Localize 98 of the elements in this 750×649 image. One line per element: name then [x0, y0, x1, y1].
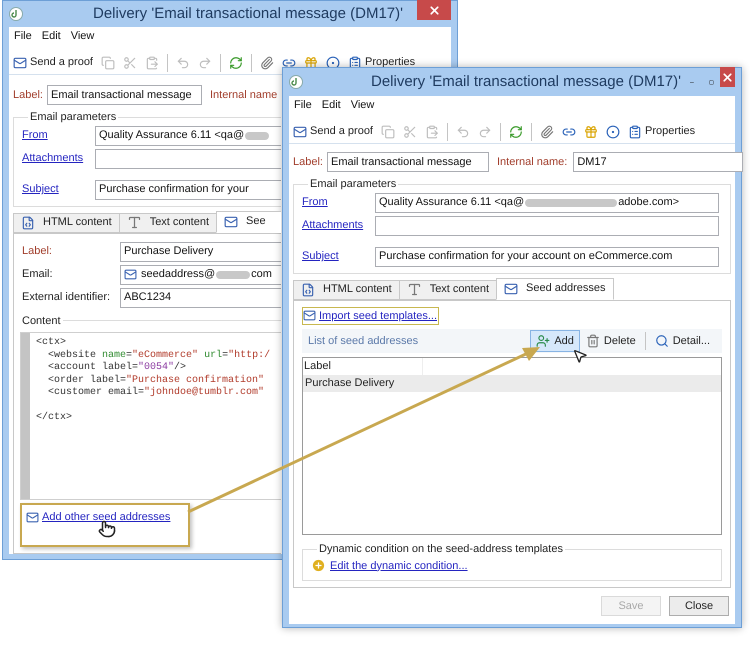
subject-field[interactable]: Purchase confirmation for your — [95, 180, 281, 200]
from-field[interactable]: Quality Assurance 6.11 <qa@ — [95, 126, 281, 146]
internal-name-field[interactable]: DM17 — [573, 152, 744, 172]
gift-icon[interactable] — [584, 124, 598, 138]
label-field[interactable]: Purchase Delivery — [120, 242, 281, 262]
search-icon — [654, 334, 669, 348]
from-link[interactable]: From — [302, 194, 375, 211]
envelope-icon — [124, 268, 137, 281]
envelope-icon — [13, 56, 27, 70]
label-field[interactable]: Email transactional message — [326, 152, 489, 172]
attachments-field[interactable] — [95, 148, 281, 168]
from-value-end: adobe.com> — [618, 195, 680, 210]
close-button[interactable] — [720, 67, 735, 87]
email-field[interactable]: seedaddress@ com — [120, 264, 281, 284]
refresh-icon[interactable] — [509, 124, 523, 138]
envelope-icon — [26, 510, 39, 524]
attachments-link[interactable]: Attachments — [22, 150, 95, 167]
list-row[interactable]: Purchase Delivery — [303, 375, 721, 392]
properties-button[interactable]: Properties — [628, 123, 696, 140]
attachments-link[interactable]: Attachments — [302, 217, 375, 234]
menu-item[interactable]: File — [14, 28, 32, 44]
code-line: <account label="0054"/> — [47, 362, 188, 374]
clipboard-icon — [348, 56, 362, 70]
email-caption: Email: — [22, 267, 54, 282]
trash-icon — [586, 334, 600, 348]
detail-button[interactable]: Detail... — [648, 330, 716, 352]
external-id-caption: External identifier: — [22, 290, 112, 306]
add-person-icon — [536, 334, 550, 348]
code-file-icon — [21, 216, 35, 230]
send-proof-button[interactable]: Send a proof — [13, 54, 93, 71]
edit-condition-link[interactable]: Edit the dynamic condition... — [311, 558, 713, 574]
paperclip-icon[interactable] — [540, 124, 554, 138]
tab[interactable]: Seed addresses — [496, 278, 614, 300]
label-caption: Label: — [22, 244, 53, 260]
tab[interactable]: Text content — [398, 280, 498, 300]
section-title: Email parameters — [29, 110, 118, 125]
app-logo-icon — [9, 7, 23, 21]
refresh-icon[interactable] — [229, 56, 243, 70]
gift-icon[interactable] — [304, 56, 318, 70]
close-icon — [720, 70, 734, 84]
label-field[interactable]: Email transactional message — [46, 85, 202, 105]
subject-field[interactable]: Purchase confirmation for your account on eCommerce.com — [375, 246, 719, 266]
blurred-text — [245, 132, 270, 140]
window-title: Delivery 'Email transactional message (DM17)' — [371, 72, 681, 92]
section-title: Dynamic condition on the seed-address templates — [318, 542, 564, 557]
delete-button[interactable]: Delete — [580, 330, 642, 352]
menu-item[interactable]: Edit — [322, 96, 341, 114]
menu-item[interactable]: View — [70, 28, 94, 44]
code-line: <ctx> — [36, 337, 68, 350]
paperclip-icon[interactable] — [260, 56, 274, 70]
app-logo-icon — [289, 75, 303, 89]
menu-item[interactable]: View — [350, 96, 374, 114]
tab[interactable]: See — [216, 210, 281, 232]
properties-button[interactable]: Properties — [348, 54, 416, 71]
import-seed-templates-link[interactable]: Import seed templates... — [302, 306, 439, 325]
envelope-icon — [303, 309, 316, 322]
envelope-icon — [224, 214, 238, 228]
subject-link[interactable]: Subject — [302, 248, 375, 265]
label-caption: Label: — [13, 88, 43, 103]
code-line: </ctx> — [36, 412, 74, 424]
tab[interactable]: HTML content — [293, 280, 400, 300]
blurred-text — [216, 270, 250, 278]
target-icon[interactable] — [606, 124, 620, 138]
hand-cursor-icon — [98, 520, 116, 538]
from-field[interactable]: Quality Assurance 6.11 <qa@ adobe.com> — [375, 192, 719, 212]
code-line: <website name="eCommerce" url="http:/ — [47, 350, 270, 362]
email-end-text: com — [251, 267, 272, 282]
add-button[interactable]: Add — [530, 330, 580, 352]
code-file-icon — [301, 282, 315, 296]
label-caption: Label: — [293, 154, 323, 170]
section-title: Email parameters — [309, 177, 398, 192]
close-icon — [428, 4, 440, 16]
plus-icon — [311, 558, 326, 574]
section-title: Content — [22, 314, 62, 328]
tab[interactable]: Text content — [118, 212, 218, 232]
internal-name-caption: Internal name — [210, 88, 278, 103]
attachments-field[interactable] — [375, 216, 719, 236]
external-id-field[interactable]: ABC1234 — [120, 288, 281, 308]
add-seed-addresses-link[interactable]: Add other seed addresses — [26, 509, 188, 526]
letter-icon — [126, 215, 142, 230]
menu-item[interactable]: File — [294, 96, 312, 114]
window-title: Delivery 'Email transactional message (DM17)' — [93, 4, 403, 24]
clipboard-icon — [628, 124, 642, 138]
code-line: <customer email="johndoe@tumblr.com" — [47, 387, 266, 400]
list-title: List of seed addresses — [308, 334, 420, 349]
from-link[interactable]: From — [22, 127, 95, 144]
internal-name-caption: Internal name: — [496, 154, 568, 170]
close-button[interactable] — [417, 0, 451, 20]
envelope-icon — [293, 124, 307, 138]
code-line: <order label="Purchase confirmation" — [47, 374, 266, 386]
tab[interactable]: HTML content — [13, 212, 120, 232]
send-proof-button[interactable]: Send a proof — [293, 123, 373, 140]
envelope-icon — [504, 282, 518, 296]
subject-link[interactable]: Subject — [22, 181, 95, 198]
code-editor[interactable]: <ctx> <website name="eCommerce" url="http:/ <account label="0054"/> <order label="Purchase confirmation" <customer email="johndoe@tumblr.com" </ctx> — [20, 332, 281, 500]
dialog-button[interactable]: Close — [669, 596, 729, 616]
letter-icon — [406, 282, 422, 297]
menu-item[interactable]: Edit — [42, 28, 61, 44]
